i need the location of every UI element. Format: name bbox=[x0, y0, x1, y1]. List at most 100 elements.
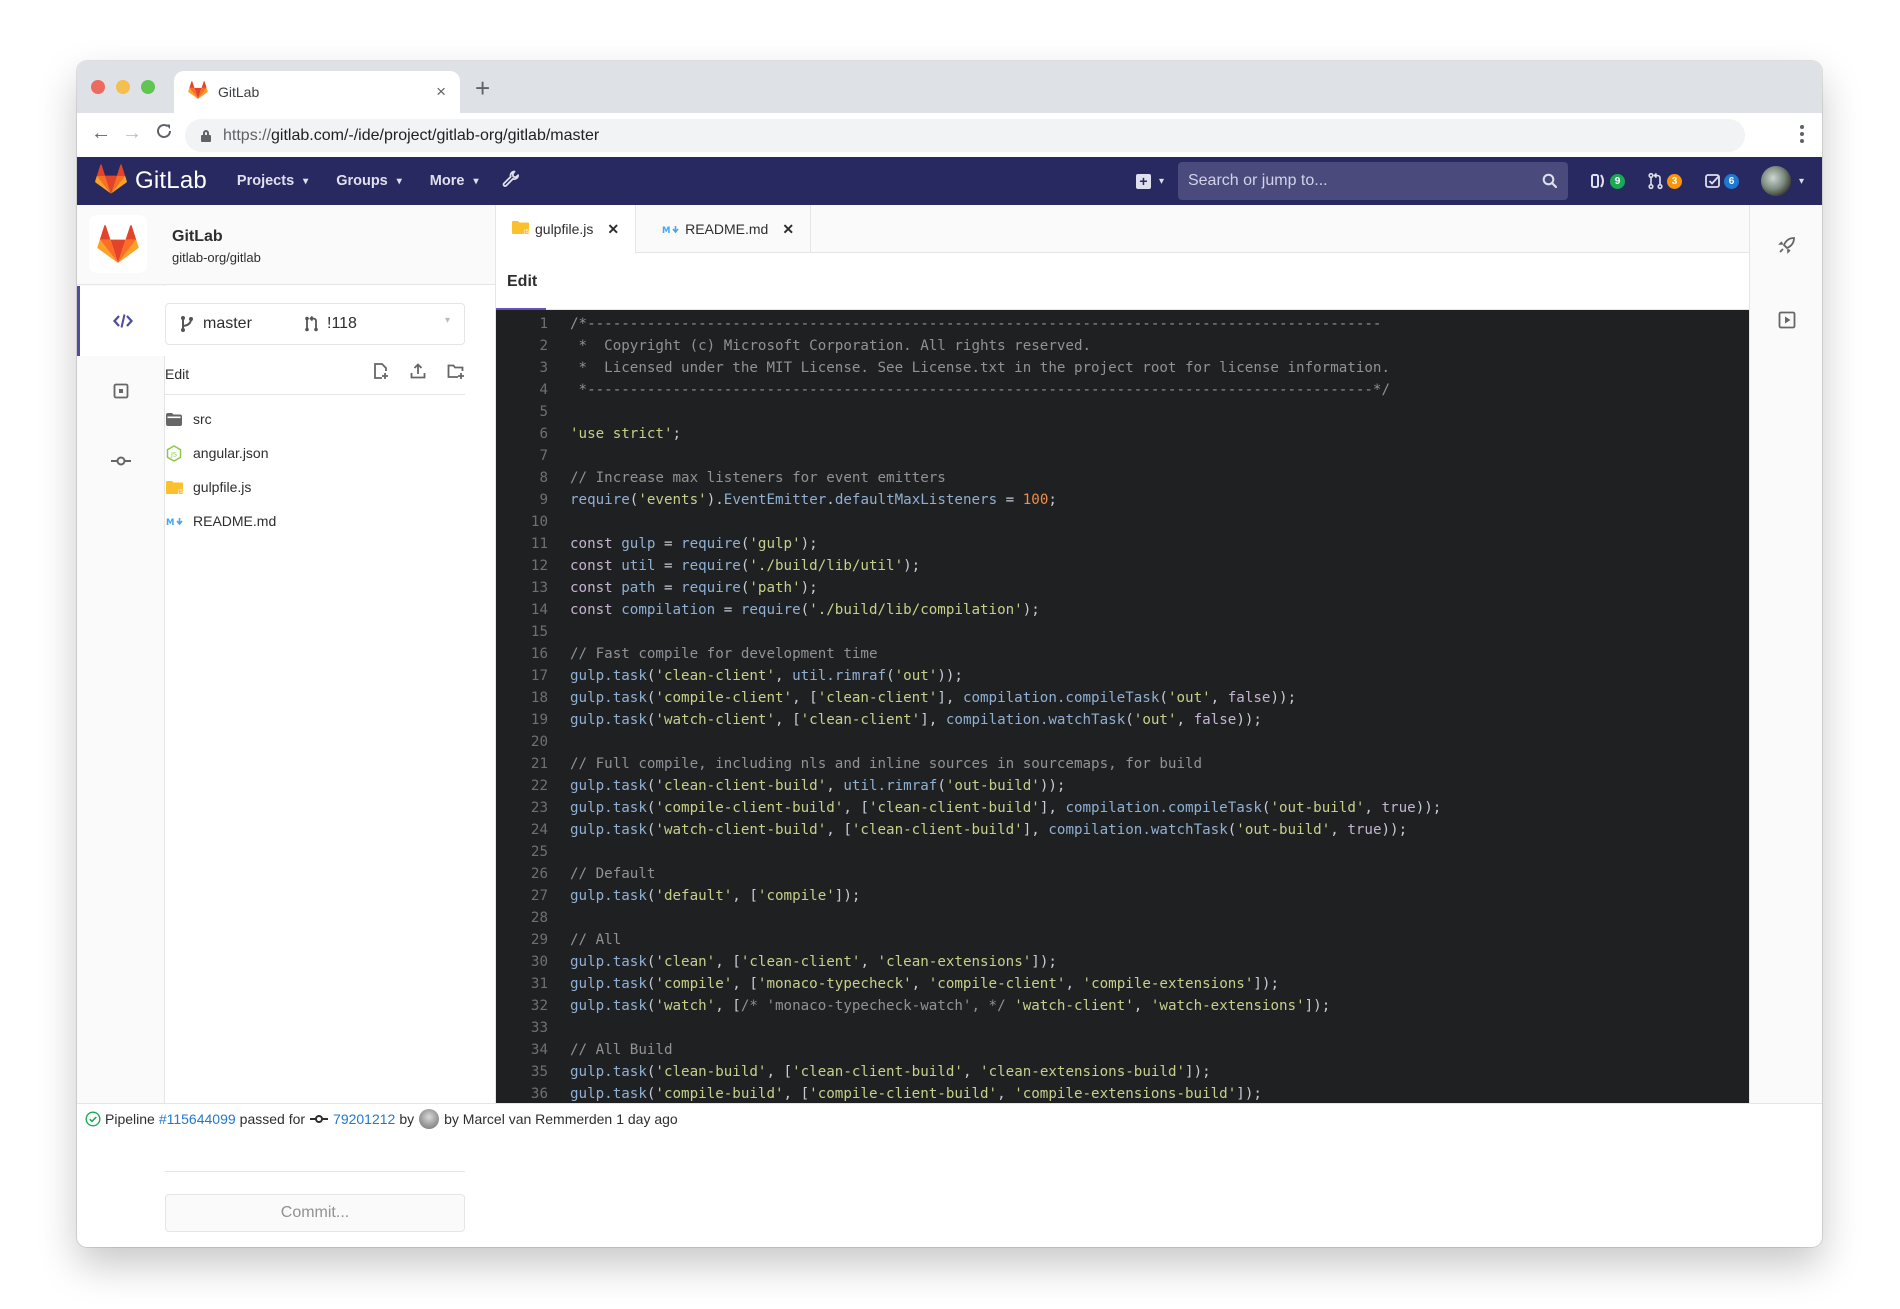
code-line[interactable]: 29 // All bbox=[496, 929, 1750, 951]
activity-commit[interactable] bbox=[77, 426, 165, 496]
code-line[interactable]: 11 const gulp = require('gulp'); bbox=[496, 533, 1750, 555]
todos-counter[interactable]: 6 bbox=[1704, 172, 1739, 190]
code-line[interactable]: 26 // Default bbox=[496, 863, 1750, 885]
code-line[interactable]: 14 const compilation = require('./build/l… bbox=[496, 599, 1750, 621]
browser-tab-gitlab[interactable]: GitLab × bbox=[174, 71, 460, 113]
close-tab-icon[interactable]: ✕ bbox=[607, 221, 619, 238]
issues-counter[interactable]: 9 bbox=[1590, 172, 1625, 190]
code-token: 'watch-client-build' bbox=[655, 822, 827, 838]
browser-tab-close-icon[interactable]: × bbox=[436, 82, 446, 102]
back-button[interactable]: ← bbox=[91, 122, 111, 145]
code-editor[interactable]: 1 /*-------------------------------------… bbox=[496, 310, 1750, 1103]
live-preview-button[interactable] bbox=[1750, 300, 1822, 340]
code-line[interactable]: 32 gulp.task('watch', [/* 'monaco-typeche… bbox=[496, 995, 1750, 1017]
gitlab-home-link[interactable]: GitLab bbox=[95, 163, 207, 199]
code-line[interactable]: 30 gulp.task('clean', ['clean-client', 'c… bbox=[496, 951, 1750, 973]
code-line[interactable]: 25 bbox=[496, 841, 1750, 863]
code-line[interactable]: 5 bbox=[496, 401, 1750, 423]
code-line[interactable]: 9 require('events').EventEmitter.defaultM… bbox=[496, 489, 1750, 511]
code-line[interactable]: 1 /*-------------------------------------… bbox=[496, 313, 1750, 335]
new-item-dropdown[interactable]: + ▾ bbox=[1135, 173, 1164, 189]
search-box[interactable] bbox=[1177, 162, 1568, 200]
code-line[interactable]: 10 bbox=[496, 511, 1750, 533]
line-number: 8 bbox=[539, 470, 548, 486]
nav-more[interactable]: More ▾ bbox=[430, 173, 479, 189]
code-line[interactable]: 24 gulp.task ('watch-client-build', ['clea… bbox=[496, 819, 1750, 841]
code-line[interactable]: 23 gulp.task('compile-client-build', ['cl… bbox=[496, 797, 1750, 819]
author-avatar[interactable] bbox=[419, 1108, 440, 1129]
code-token: defaultMaxListeners bbox=[834, 492, 998, 508]
new-file-button[interactable] bbox=[373, 362, 389, 385]
code-line[interactable]: 17 gulp.task('clean-client', util.rimraf(… bbox=[496, 665, 1750, 687]
search-icon[interactable] bbox=[1542, 173, 1558, 189]
reload-button[interactable] bbox=[155, 122, 173, 146]
file-tree-item[interactable]: src bbox=[165, 402, 465, 436]
code-line[interactable]: 19 gulp.task ('watch-client', ['clean-clie… bbox=[496, 709, 1750, 731]
code-token: require bbox=[681, 536, 741, 552]
code-token: 'clean-client-build' bbox=[655, 778, 827, 794]
project-path[interactable]: gitlab-org/gitlab bbox=[172, 250, 261, 265]
code-line[interactable]: 16 // Fast compile for development time bbox=[496, 643, 1750, 665]
nav-projects[interactable]: Projects ▾ bbox=[237, 173, 308, 189]
code-line[interactable]: 8 // Increase max listeners for event emi… bbox=[496, 467, 1750, 489]
maximize-window-button[interactable] bbox=[141, 80, 155, 94]
code-line[interactable]: 4 *-------------------------------------… bbox=[496, 379, 1750, 401]
edit-mode-tab[interactable]: Edit bbox=[507, 273, 537, 291]
admin-wrench-icon[interactable] bbox=[502, 170, 520, 193]
code-line[interactable]: 2 * Copyright (c) Microsoft Corporation.… bbox=[496, 335, 1750, 357]
code-token: gulp.task bbox=[570, 800, 647, 816]
close-tab-icon[interactable]: ✕ bbox=[782, 221, 794, 238]
code-token: // All Build bbox=[570, 1042, 673, 1058]
file-tree-item[interactable]: JS angular.json bbox=[165, 436, 465, 470]
pipeline-success-icon[interactable] bbox=[85, 1110, 101, 1127]
commit-button[interactable]: Commit... bbox=[165, 1194, 465, 1232]
upload-file-button[interactable] bbox=[410, 363, 426, 384]
search-input[interactable] bbox=[1187, 172, 1542, 190]
pipelines-button[interactable] bbox=[1750, 225, 1822, 265]
line-number: 18 bbox=[530, 690, 548, 706]
minimize-window-button[interactable] bbox=[116, 80, 130, 94]
code-line[interactable]: 15 bbox=[496, 621, 1750, 643]
code-line[interactable]: 3 * Licensed under the MIT License. See … bbox=[496, 357, 1750, 379]
branch-dropdown[interactable]: master !118 ▾ bbox=[165, 303, 465, 345]
nav-groups[interactable]: Groups ▾ bbox=[336, 173, 402, 189]
code-line[interactable]: 31 gulp.task('compile', ['monaco-typechec… bbox=[496, 973, 1750, 995]
activity-review[interactable] bbox=[77, 356, 165, 426]
code-line[interactable]: 35 gulp.task('clean-build', ['clean-clien… bbox=[496, 1061, 1750, 1083]
code-line[interactable]: 12 const util = require('./build/lib/util… bbox=[496, 555, 1750, 577]
code-token: 'watch' bbox=[655, 998, 716, 1014]
code-line[interactable]: 33 bbox=[496, 1017, 1750, 1039]
code-line[interactable]: 6 'use strict'; bbox=[496, 423, 1750, 445]
code-line[interactable]: 7 bbox=[496, 445, 1750, 467]
editor-tab-readme[interactable]: M README.md ✕ bbox=[636, 205, 812, 253]
pipeline-link[interactable]: #115644099 bbox=[159, 1111, 236, 1127]
code-line[interactable]: 28 bbox=[496, 907, 1750, 929]
editor-tab-name: gulpfile.js bbox=[535, 221, 594, 237]
code-line[interactable]: 21 // Full compile, including nls and inl… bbox=[496, 753, 1750, 775]
project-name[interactable]: GitLab bbox=[172, 228, 223, 246]
new-directory-button[interactable] bbox=[447, 363, 465, 384]
project-avatar[interactable] bbox=[89, 215, 147, 273]
merge-requests-counter[interactable]: 3 bbox=[1647, 172, 1682, 190]
close-window-button[interactable] bbox=[91, 80, 105, 94]
code-line[interactable]: 13 const path = require('path'); bbox=[496, 577, 1750, 599]
code-line[interactable]: 34 // All Build bbox=[496, 1039, 1750, 1061]
address-bar[interactable]: https://gitlab.com/-/ide/project/gitlab-… bbox=[185, 119, 1745, 152]
editor-tab-gulpfile[interactable]: JS gulpfile.js ✕ bbox=[496, 205, 637, 254]
code-line[interactable]: 20 bbox=[496, 731, 1750, 753]
commit-link[interactable]: 79201212 bbox=[333, 1111, 395, 1127]
code-line[interactable]: 22 gulp.task ('clean-client-build', util.r… bbox=[496, 775, 1750, 797]
browser-menu-button[interactable] bbox=[1800, 125, 1804, 143]
code-line[interactable]: 36 gulp.task('compile-build', ['compile-c… bbox=[496, 1083, 1750, 1103]
code-line[interactable]: 27 gulp.task('default', ['compile']); bbox=[496, 885, 1750, 907]
code-token: ); bbox=[800, 580, 818, 596]
file-tree-item[interactable]: JS gulpfile.js bbox=[165, 470, 465, 504]
code-line[interactable]: 18 gulp.task ('compile-client', ['clean-cl… bbox=[496, 687, 1750, 709]
code-token: gulp.task bbox=[570, 822, 647, 838]
user-menu[interactable]: ▾ bbox=[1760, 166, 1804, 196]
url-text[interactable]: https://gitlab.com/-/ide/project/gitlab-… bbox=[223, 127, 599, 145]
activity-edit[interactable] bbox=[77, 286, 166, 356]
new-tab-button[interactable]: + bbox=[475, 73, 490, 104]
forward-button[interactable]: → bbox=[122, 122, 142, 145]
file-tree-item[interactable]: M README.md bbox=[165, 504, 465, 538]
